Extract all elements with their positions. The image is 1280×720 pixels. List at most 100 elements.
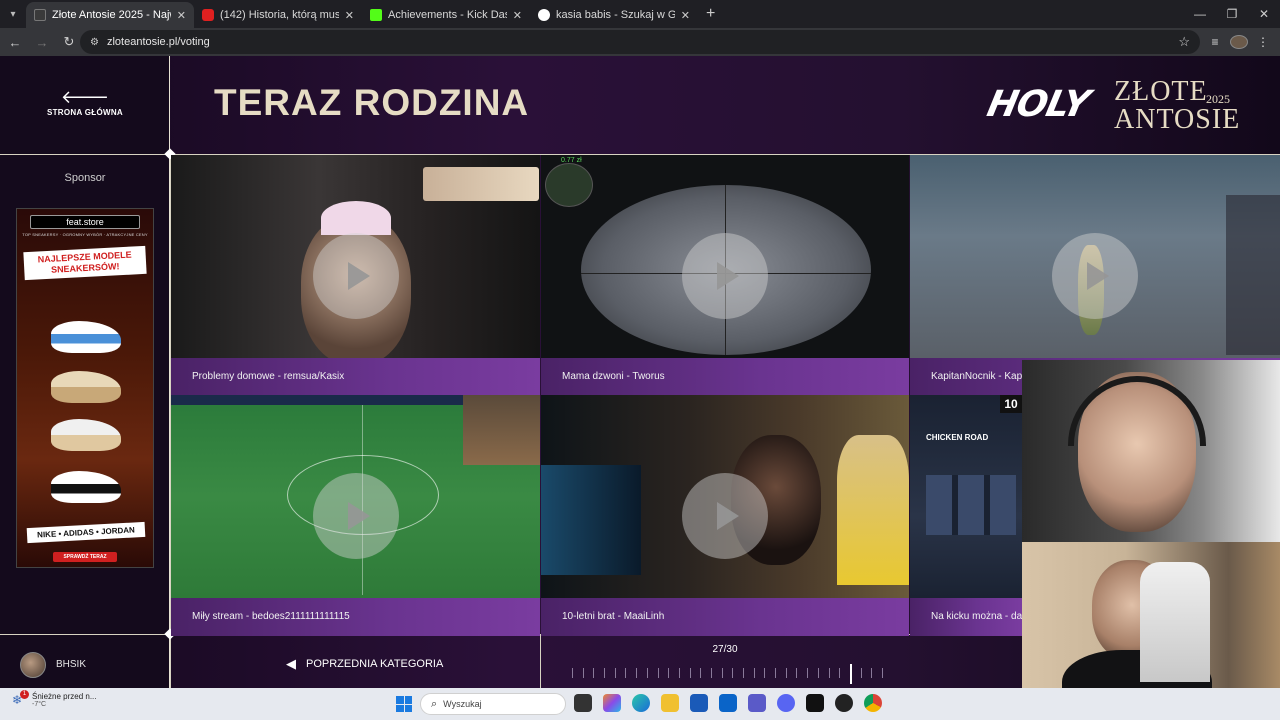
kick-icon xyxy=(370,9,382,21)
video-card[interactable]: Problemy domowe - remsua/Kasix xyxy=(171,155,540,396)
back-icon[interactable]: ← xyxy=(3,30,27,54)
tab-close-icon[interactable]: ✕ xyxy=(513,9,522,22)
logo-antosie: ANTOSIE xyxy=(1114,104,1241,135)
progress-tick xyxy=(732,668,733,678)
video-caption: 10-letni brat - MaaiLinh xyxy=(541,598,909,636)
progress-tick xyxy=(796,668,797,678)
tab-google-search[interactable]: kasia babis - Szukaj w Google ✕ xyxy=(530,2,698,28)
tab-youtube[interactable]: (142) Historia, którą musisz zna ✕ xyxy=(194,2,362,28)
play-button-icon[interactable] xyxy=(312,472,399,559)
weather-icon: ❄ 1 xyxy=(12,690,29,707)
teams-icon[interactable] xyxy=(748,694,766,712)
restore-icon[interactable]: ❐ xyxy=(1216,0,1248,28)
progress-ticks xyxy=(572,664,883,684)
sneaker-image xyxy=(51,371,121,403)
sneaker-image xyxy=(51,471,121,503)
progress-tick xyxy=(871,668,872,678)
progress-tick xyxy=(593,668,594,678)
video-card[interactable]: Miły stream - bedoes2111111111115 xyxy=(171,395,540,636)
tab-favicon-icon xyxy=(34,9,46,21)
bookmark-star-icon[interactable]: ☆ xyxy=(1178,34,1190,50)
previous-category-button[interactable]: ◀ POPRZEDNIA KATEGORIA xyxy=(286,656,443,672)
forward-icon[interactable]: → xyxy=(30,30,54,54)
sponsor-overlay xyxy=(423,167,539,201)
outlook-icon[interactable] xyxy=(719,694,737,712)
discord-icon[interactable] xyxy=(777,694,795,712)
tab-zlote-antosie[interactable]: Złote Antosie 2025 - Największ ✕ xyxy=(26,2,194,28)
minimize-icon[interactable]: — xyxy=(1184,0,1216,28)
taskbar-search[interactable]: ⌕ Wyszukaj xyxy=(420,693,566,715)
progress-tick xyxy=(775,668,776,678)
play-button-icon[interactable] xyxy=(312,232,399,319)
windows-taskbar: ❄ 1 Śnieżne przed n... -7°C ⌕ Wyszukaj xyxy=(0,688,1280,720)
video-card[interactable]: CHICKEN ROAD 10 Na kicku można - dawi xyxy=(910,395,1022,636)
task-view-icon[interactable] xyxy=(574,694,592,712)
reload-icon[interactable]: ↻ xyxy=(57,30,81,54)
video-thumbnail: CHICKEN ROAD 10 xyxy=(910,395,1022,598)
store-icon[interactable] xyxy=(690,694,708,712)
ad-headline: NAJLEPSZE MODELE SNEAKERSÓW! xyxy=(23,245,147,281)
event-logo: HOLY ZŁOTE 2025 ANTOSIE xyxy=(984,74,1248,140)
previous-category-label: POPRZEDNIA KATEGORIA xyxy=(306,658,444,670)
tab-close-icon[interactable]: ✕ xyxy=(177,9,186,22)
progress-tick xyxy=(829,668,830,678)
copilot-icon[interactable] xyxy=(603,694,621,712)
new-tab-button[interactable]: + xyxy=(706,5,715,23)
tab-close-icon[interactable]: ✕ xyxy=(345,9,354,22)
window-close-icon[interactable]: ✕ xyxy=(1248,0,1280,28)
weather-widget[interactable]: ❄ 1 Śnieżne przed n... -7°C xyxy=(12,690,96,708)
money-text: 0.77 zł xyxy=(561,157,582,164)
capcut-icon[interactable] xyxy=(806,694,824,712)
streamer-webcam xyxy=(463,395,540,465)
user-panel[interactable]: BHSIK xyxy=(0,634,170,688)
profile-avatar-icon[interactable] xyxy=(1230,35,1248,49)
address-bar[interactable]: ⚙ zloteantosie.pl/voting ☆ xyxy=(80,30,1200,54)
browser-toolbar: ← → ↻ ⚙ zloteantosie.pl/voting ☆ ≡ ⋮ xyxy=(0,28,1280,56)
sneaker-image xyxy=(51,419,121,451)
google-icon xyxy=(538,9,550,21)
progress-counter: 27/30 xyxy=(712,644,738,655)
play-button-icon[interactable] xyxy=(682,472,768,559)
play-button-icon[interactable] xyxy=(1052,232,1138,319)
progress-tick xyxy=(604,668,605,678)
site-info-icon[interactable]: ⚙ xyxy=(90,37,99,48)
tab-title: Złote Antosie 2025 - Największ xyxy=(52,9,171,21)
file-explorer-icon[interactable] xyxy=(661,694,679,712)
logo-holy: HOLY xyxy=(983,84,1093,125)
rank-badge: 10 xyxy=(1000,395,1022,413)
start-button-icon[interactable] xyxy=(396,696,412,712)
tab-close-icon[interactable]: ✕ xyxy=(681,9,690,22)
back-home-button[interactable]: 🡐 STRONA GŁÓWNA xyxy=(0,88,170,117)
user-name: BHSIK xyxy=(56,659,87,670)
tab-search-icon[interactable]: ▾ xyxy=(0,0,26,28)
video-card[interactable]: 0.77 zł Mama dzwoni - Tworus xyxy=(541,155,909,396)
window-controls: — ❐ ✕ xyxy=(1184,0,1280,28)
progress-tick xyxy=(668,668,669,678)
tab-kick-dashboard[interactable]: Achievements - Kick Dashboard ✕ xyxy=(362,2,530,28)
progress-tick xyxy=(850,664,852,684)
minimap xyxy=(545,163,593,207)
play-button-icon[interactable] xyxy=(682,232,768,319)
progress-tick xyxy=(807,668,808,678)
ad-brands: NIKE • ADIDAS • JORDAN xyxy=(26,521,146,544)
menu-kebab-icon[interactable]: ⋮ xyxy=(1254,35,1272,49)
video-caption: Miły stream - bedoes2111111111115 xyxy=(171,598,540,636)
sponsor-ad-banner[interactable]: feat.store TOP SNEAKERSY · OGROMNY WYBÓR… xyxy=(16,208,154,568)
media-control-icon[interactable]: ≡ xyxy=(1206,35,1224,49)
edge-icon[interactable] xyxy=(632,694,650,712)
webcam-overlay-top xyxy=(1022,360,1280,542)
progress-tick xyxy=(764,668,765,678)
notification-badge: 1 xyxy=(20,690,29,699)
progress-tick xyxy=(658,668,659,678)
obs-icon[interactable] xyxy=(835,694,853,712)
progress-tick xyxy=(615,668,616,678)
search-icon: ⌕ xyxy=(431,697,438,710)
ad-cta-button[interactable]: SPRAWDŹ TERAZ xyxy=(53,552,117,562)
tab-title: Achievements - Kick Dashboard xyxy=(388,9,507,21)
sneaker-image xyxy=(51,321,121,353)
url-text: zloteantosie.pl/voting xyxy=(106,36,210,48)
video-card[interactable]: 10-letni brat - MaaiLinh xyxy=(541,395,909,636)
chrome-icon[interactable] xyxy=(864,694,882,712)
video-caption: Problemy domowe - remsua/Kasix xyxy=(171,358,540,396)
progress-tick xyxy=(743,668,744,678)
